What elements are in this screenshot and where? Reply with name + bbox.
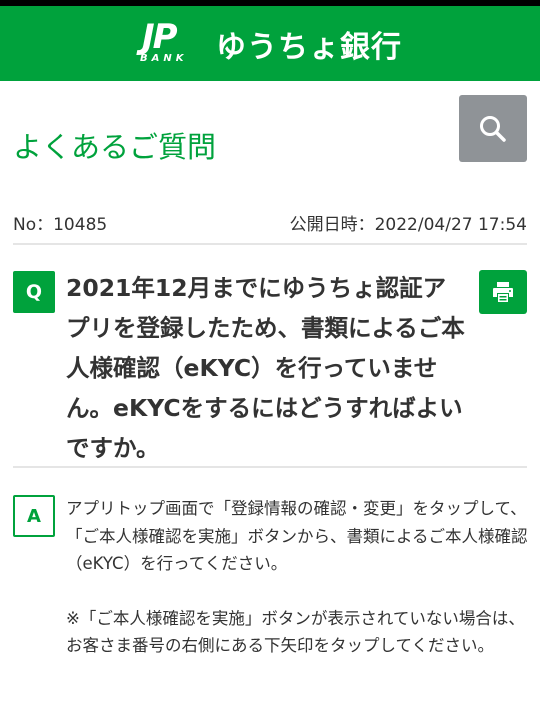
answer-body: アプリトップ画面で「登録情報の確認・変更」をタップして、「ご本人様確認を実施」ボ… <box>66 495 528 660</box>
search-button[interactable] <box>459 95 527 162</box>
question-badge: Q <box>13 271 55 313</box>
divider <box>13 243 527 245</box>
faq-meta: No：10485 公開日時：2022/04/27 17:54 <box>13 210 527 235</box>
answer-note: ※「ご本人様確認を実施」ボタンが表示されていない場合は、お客さま番号の右側にある… <box>66 608 525 656</box>
print-icon <box>493 282 513 302</box>
print-button[interactable] <box>479 270 527 314</box>
site-header: JP BANK ゆうちょ銀行 <box>0 6 540 81</box>
divider <box>13 466 527 468</box>
bank-logo[interactable]: JP BANK ゆうちょ銀行 <box>138 16 402 69</box>
jp-bank-logo-mark: JP BANK <box>138 16 202 69</box>
logo-mark-subtext: BANK <box>140 52 188 64</box>
question-text: 2021年12月までにゆうちょ認証アプリを登録したため、書類によるご本人様確認（… <box>66 274 465 462</box>
answer-paragraph: アプリトップ画面で「登録情報の確認・変更」をタップして、「ご本人様確認を実施」ボ… <box>66 499 528 573</box>
search-icon <box>480 115 506 142</box>
faq-number: No：10485 <box>13 215 108 235</box>
bank-name: ゆうちょ銀行 <box>216 29 402 65</box>
logo-mark-text: JP <box>142 16 178 57</box>
page-title: よくあるご質問 <box>13 130 217 164</box>
answer-badge: A <box>13 495 55 537</box>
published-date: 公開日時：2022/04/27 17:54 <box>289 215 527 235</box>
